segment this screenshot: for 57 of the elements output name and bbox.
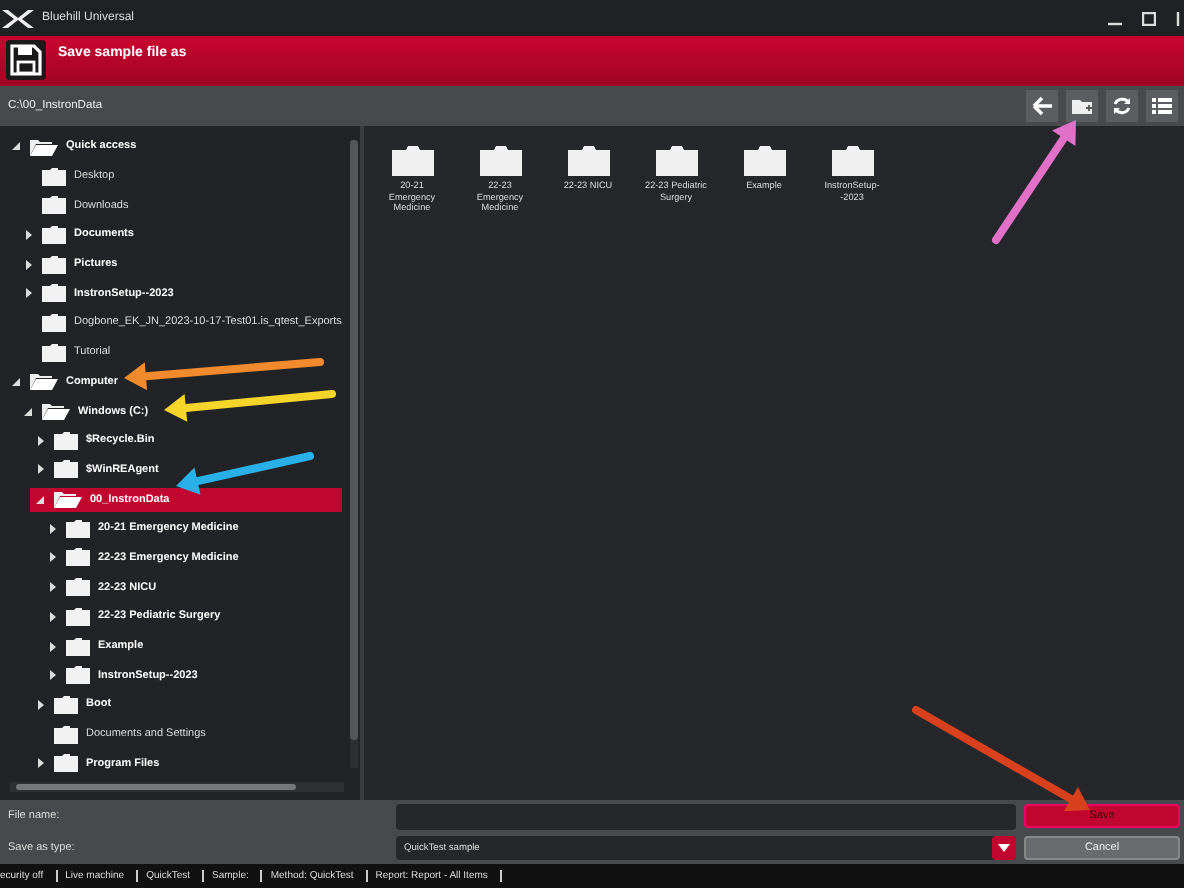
collapse-arrow-icon[interactable] bbox=[22, 405, 34, 418]
folder-icon bbox=[66, 666, 90, 685]
open-folder-icon bbox=[30, 137, 58, 156]
expand-arrow-icon[interactable] bbox=[46, 610, 58, 623]
folder-icon bbox=[42, 167, 66, 186]
back-icon bbox=[1030, 94, 1054, 118]
folder-icon bbox=[54, 725, 78, 744]
new-folder-button[interactable] bbox=[1066, 90, 1098, 122]
list-view-icon bbox=[1150, 94, 1174, 118]
folder-icon[interactable] bbox=[743, 146, 785, 176]
folder-icon bbox=[66, 607, 90, 626]
expand-arrow-icon[interactable] bbox=[46, 669, 58, 682]
maximize-icon[interactable] bbox=[1142, 11, 1156, 25]
folder-icon bbox=[66, 548, 90, 567]
open-folder-icon bbox=[42, 402, 70, 421]
expand-arrow-icon[interactable] bbox=[22, 287, 34, 300]
folder-icon bbox=[42, 255, 66, 274]
folder-icon[interactable] bbox=[567, 146, 609, 176]
open-folder-icon bbox=[30, 372, 58, 391]
collapse-arrow-icon[interactable] bbox=[10, 140, 22, 153]
folder-icon bbox=[66, 637, 90, 656]
new-folder-icon bbox=[1070, 94, 1094, 118]
expand-arrow-icon[interactable] bbox=[34, 434, 46, 447]
expand-arrow-icon[interactable] bbox=[46, 551, 58, 564]
expand-arrow-icon[interactable] bbox=[34, 757, 46, 770]
folder-icon[interactable] bbox=[655, 146, 697, 176]
collapse-arrow-icon[interactable] bbox=[10, 375, 22, 388]
open-folder-icon bbox=[54, 490, 82, 509]
expand-arrow-icon[interactable] bbox=[46, 640, 58, 653]
folder-icon bbox=[42, 225, 66, 244]
folder-icon bbox=[54, 460, 78, 479]
folder-icon bbox=[42, 343, 66, 362]
expand-arrow-icon[interactable] bbox=[34, 698, 46, 711]
expand-arrow-icon[interactable] bbox=[22, 228, 34, 241]
folder-icon bbox=[54, 431, 78, 450]
folder-icon[interactable] bbox=[391, 146, 433, 176]
expand-arrow-icon[interactable] bbox=[22, 258, 34, 271]
folder-icon bbox=[42, 313, 66, 332]
refresh-button[interactable] bbox=[1106, 90, 1138, 122]
folder-icon bbox=[66, 519, 90, 538]
folder-icon[interactable] bbox=[479, 146, 521, 176]
expand-arrow-icon[interactable] bbox=[46, 522, 58, 535]
folder-icon bbox=[66, 578, 90, 597]
refresh-icon bbox=[1110, 94, 1134, 118]
folder-icon bbox=[54, 754, 78, 773]
back-button[interactable] bbox=[1026, 90, 1058, 122]
folder-icon bbox=[54, 695, 78, 714]
folder-icon[interactable] bbox=[831, 146, 873, 176]
expand-arrow-icon[interactable] bbox=[46, 581, 58, 594]
file-name-field[interactable] bbox=[396, 803, 1016, 829]
floppy-disk-icon bbox=[6, 40, 46, 80]
expand-arrow-icon[interactable] bbox=[34, 463, 46, 476]
horizontal-scrollbar[interactable] bbox=[10, 782, 344, 792]
list-view-button[interactable] bbox=[1146, 90, 1178, 122]
folder-icon bbox=[42, 196, 66, 215]
app-logo-icon bbox=[2, 9, 34, 27]
folder-icon bbox=[42, 284, 66, 303]
